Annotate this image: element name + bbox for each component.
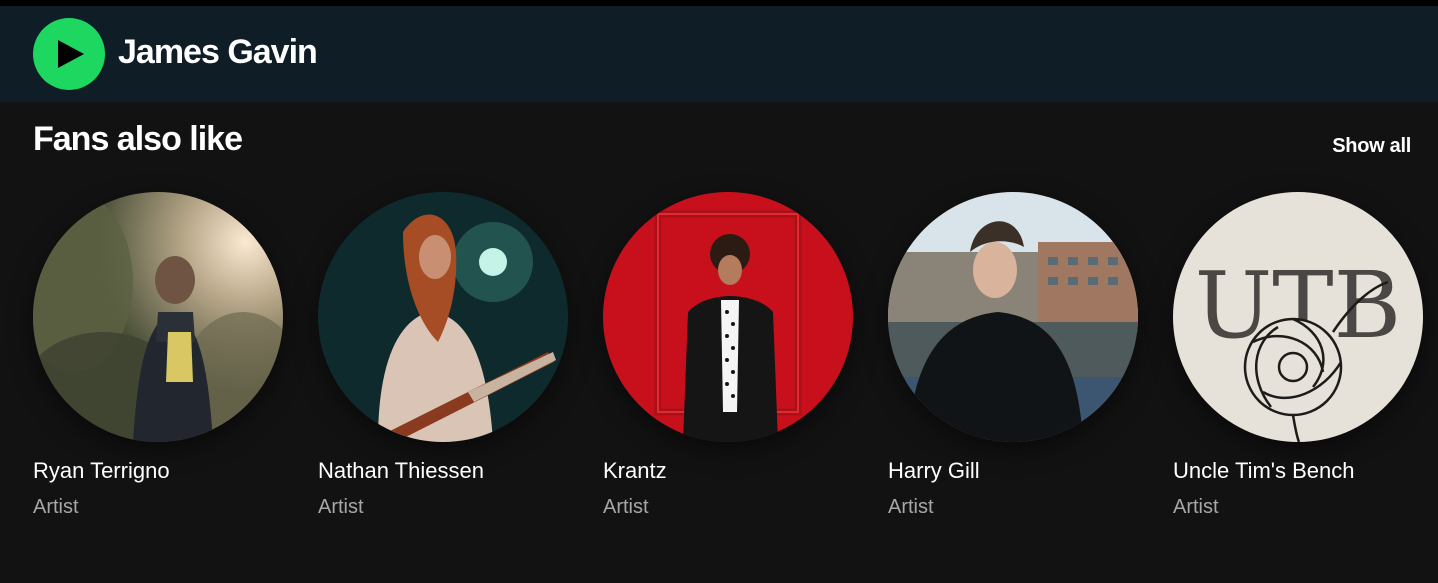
play-icon bbox=[58, 40, 84, 68]
artist-name-label[interactable]: Harry Gill bbox=[888, 458, 1138, 484]
artist-type-label: Artist bbox=[603, 496, 649, 518]
artist-name-label[interactable]: Krantz bbox=[603, 458, 853, 484]
artist-avatar[interactable] bbox=[888, 192, 1138, 442]
artist-avatar[interactable]: UTB bbox=[1173, 192, 1423, 442]
artist-name-label[interactable]: Uncle Tim's Bench bbox=[1173, 458, 1423, 484]
artist-avatar[interactable] bbox=[603, 192, 853, 442]
artist-type-label: Artist bbox=[888, 496, 934, 518]
artist-card-ryan-terrigno[interactable]: Ryan Terrigno Artist bbox=[33, 192, 283, 519]
artist-name-label[interactable]: Ryan Terrigno bbox=[33, 458, 283, 484]
artist-avatar[interactable] bbox=[318, 192, 568, 442]
section-title[interactable]: Fans also like bbox=[33, 120, 243, 159]
artist-name: James Gavin bbox=[118, 33, 318, 71]
artist-card-krantz[interactable]: Krantz Artist bbox=[603, 192, 853, 519]
artist-card-uncle-tims-bench[interactable]: UTB Uncle Tim's Bench Artist bbox=[1173, 192, 1423, 519]
fans-also-like-section: Fans also like Show all Ryan Terrigno Ar… bbox=[0, 102, 1438, 583]
artist-type-label: Artist bbox=[1173, 496, 1219, 518]
artist-avatar[interactable] bbox=[33, 192, 283, 442]
artist-type-label: Artist bbox=[318, 496, 364, 518]
artist-type-label: Artist bbox=[33, 496, 79, 518]
artist-header-bar: James Gavin bbox=[0, 0, 1438, 102]
play-button[interactable] bbox=[33, 18, 105, 90]
artist-name-label[interactable]: Nathan Thiessen bbox=[318, 458, 568, 484]
artist-card-nathan-thiessen[interactable]: Nathan Thiessen Artist bbox=[318, 192, 568, 519]
show-all-link[interactable]: Show all bbox=[1332, 135, 1411, 158]
artist-card-harry-gill[interactable]: Harry Gill Artist bbox=[888, 192, 1138, 519]
